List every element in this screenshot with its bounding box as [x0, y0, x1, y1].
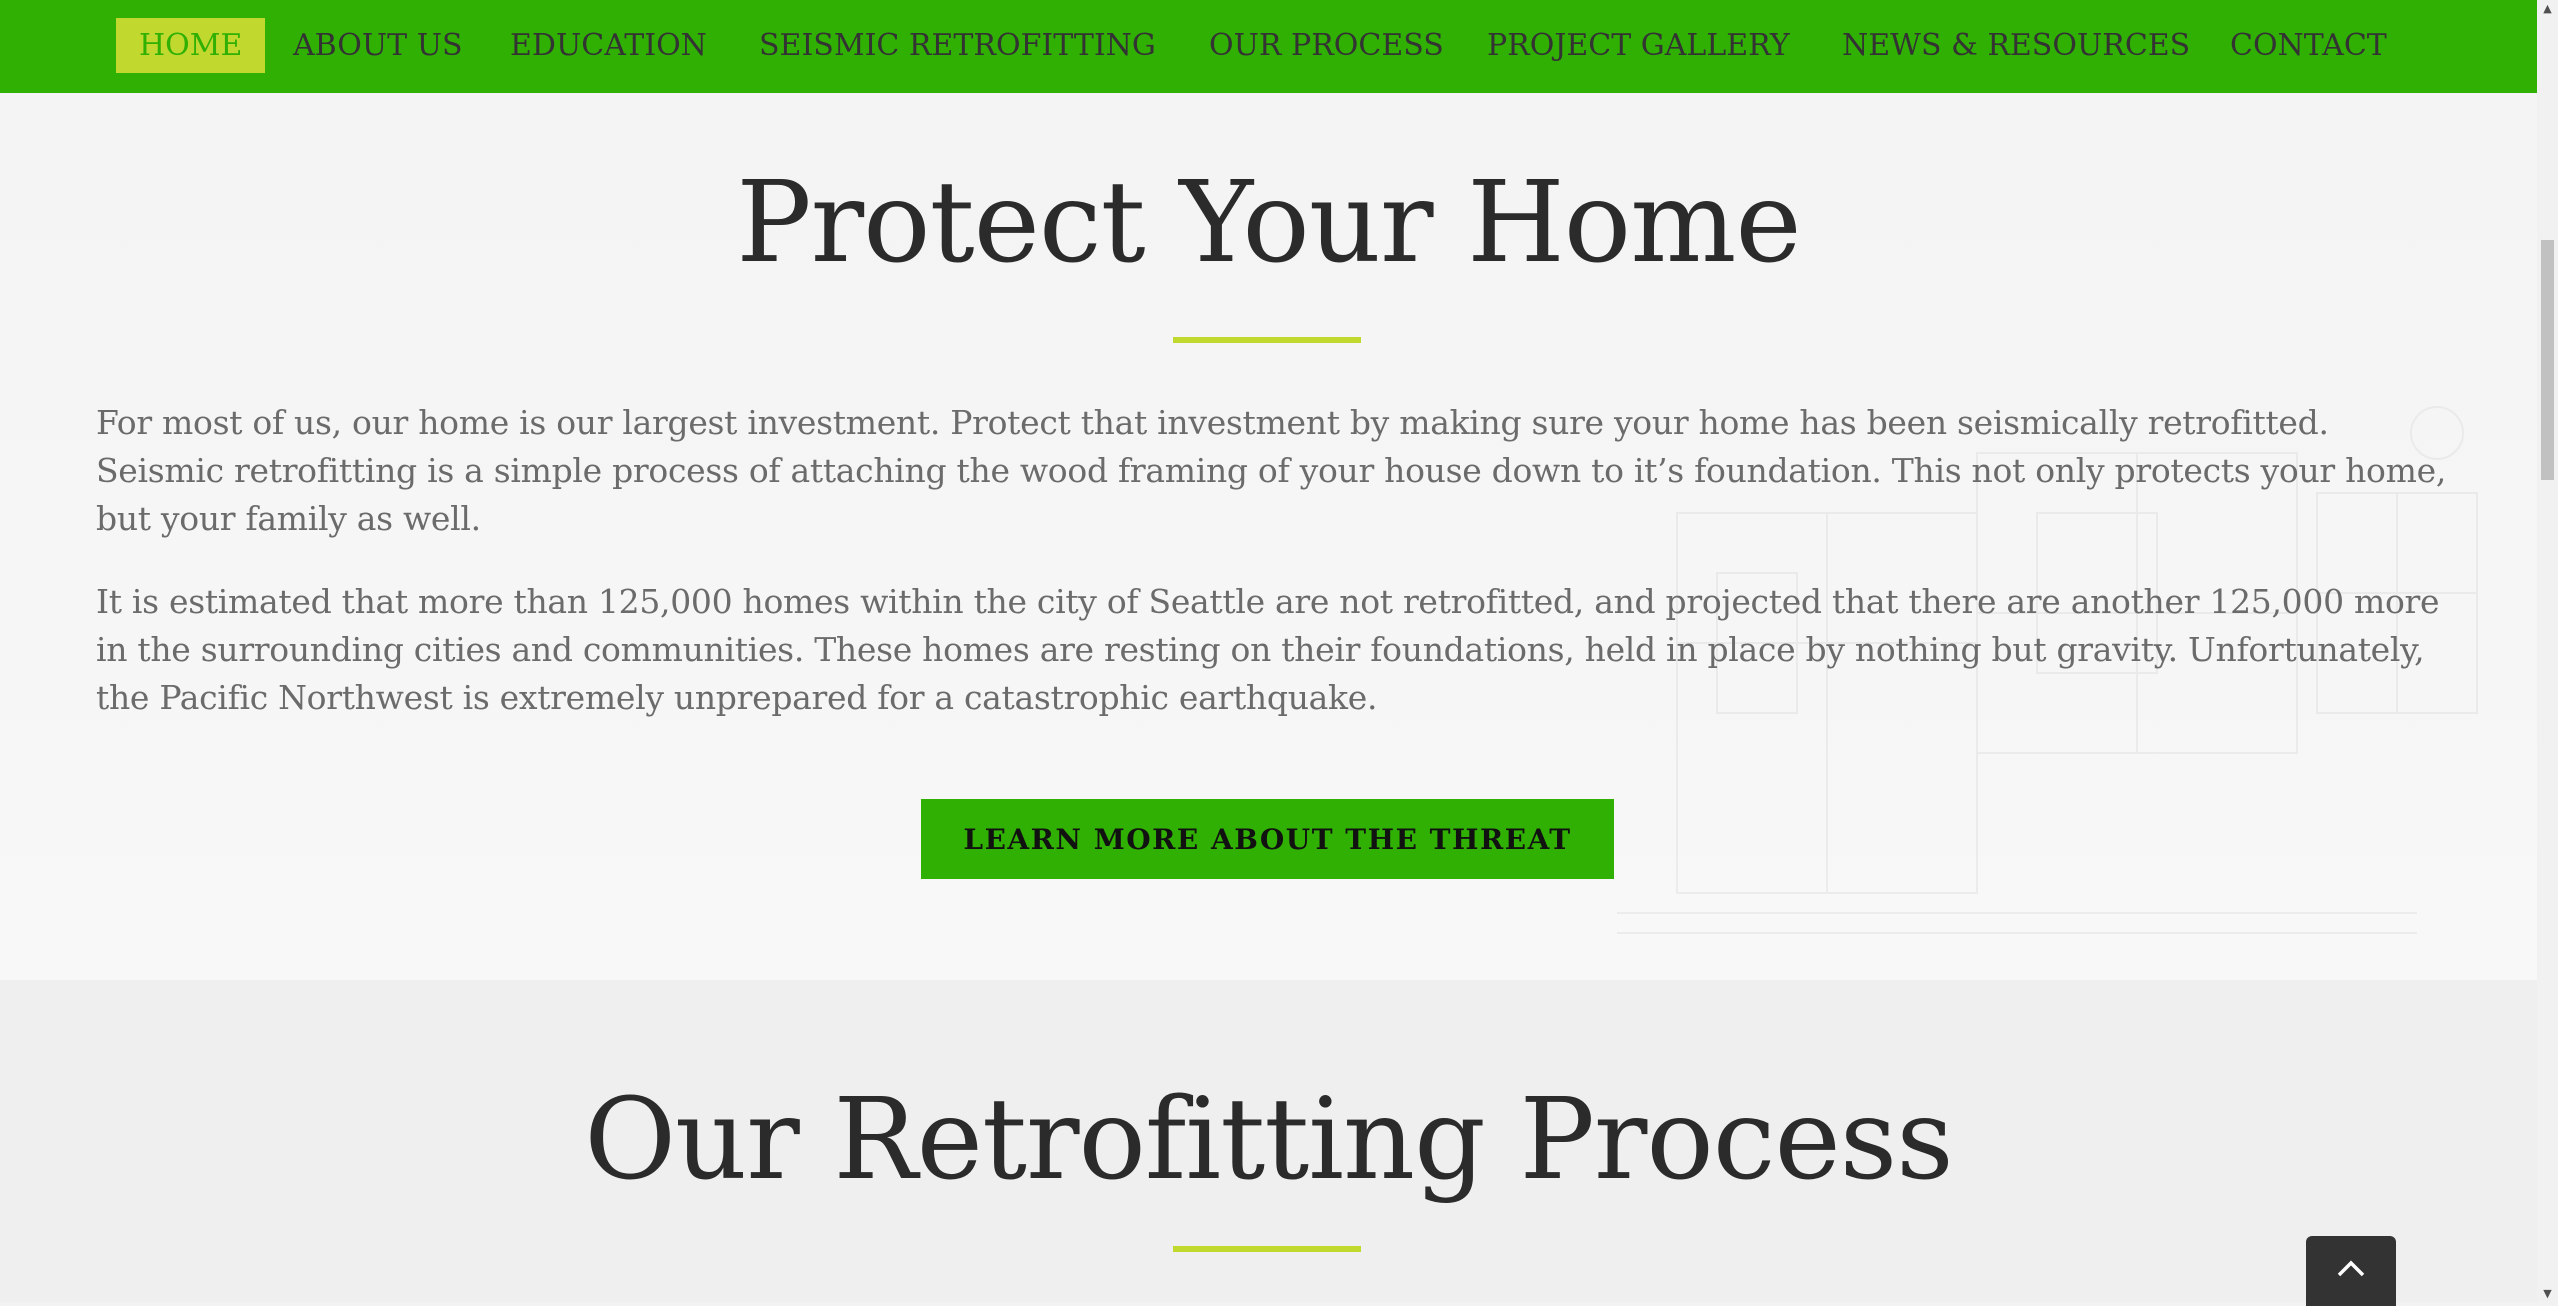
nav-item-project-gallery[interactable]: PROJECT GALLERY — [1487, 18, 1790, 73]
triangle-down-icon[interactable]: ▼ — [2537, 1285, 2558, 1302]
nav-item-contact[interactable]: CONTACT — [2230, 18, 2387, 73]
retrofitting-process-section: Our Retrofitting Process — [0, 980, 2537, 1302]
nav-item-education[interactable]: EDUCATION — [510, 18, 707, 73]
protect-your-home-section: Protect Your Home For most of us, our ho… — [0, 93, 2537, 980]
scrollbar-thumb[interactable] — [2541, 240, 2554, 480]
chevron-up-icon — [2337, 1260, 2365, 1277]
nav-item-our-process[interactable]: OUR PROCESS — [1209, 18, 1444, 73]
triangle-up-icon[interactable]: ▲ — [2537, 0, 2558, 17]
learn-more-threat-button[interactable]: LEARN MORE ABOUT THE THREAT — [921, 799, 1614, 879]
statistics-paragraph: It is estimated that more than 125,000 h… — [96, 582, 2440, 717]
protect-your-home-title: Protect Your Home — [736, 158, 1801, 288]
nav-item-about-us[interactable]: ABOUT US — [293, 18, 463, 73]
retrofitting-process-title: Our Retrofitting Process — [584, 1075, 1954, 1205]
intro-paragraph: For most of us, our home is our largest … — [96, 403, 2447, 538]
nav-item-home[interactable]: HOME — [116, 18, 266, 73]
back-to-top-button[interactable] — [2306, 1236, 2396, 1306]
nav-item-seismic-retrofitting[interactable]: SEISMIC RETROFITTING — [759, 18, 1156, 73]
title-divider — [1173, 337, 1361, 343]
nav-item-news-resources[interactable]: NEWS & RESOURCES — [1842, 18, 2190, 73]
page-scrollbar[interactable]: ▲ ▼ — [2537, 0, 2558, 1302]
main-navigation: HOME ABOUT US EDUCATION SEISMIC RETROFIT… — [0, 0, 2537, 93]
process-title-divider — [1173, 1246, 1361, 1252]
